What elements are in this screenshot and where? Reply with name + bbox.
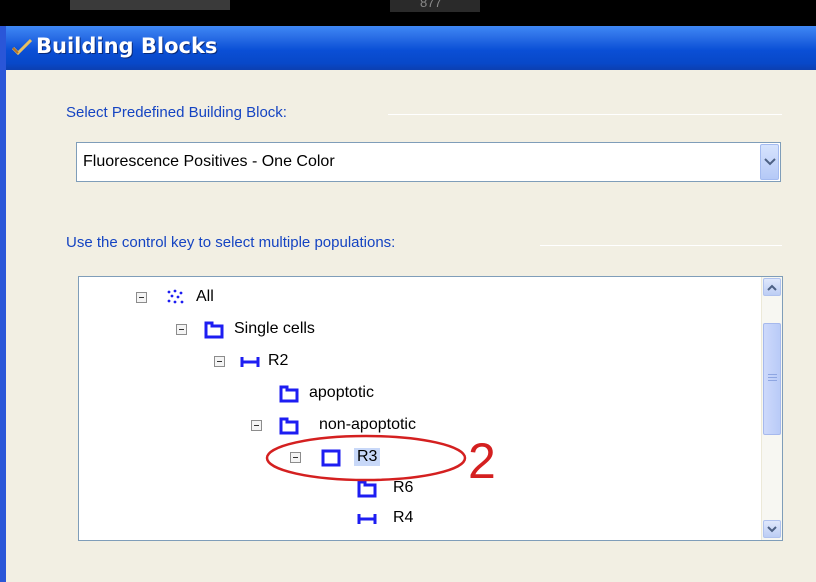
dropdown-button[interactable] — [760, 144, 779, 180]
annotation-step-number: 2 — [468, 433, 496, 489]
tree-node-label: R2 — [268, 352, 289, 369]
chevron-down-icon — [767, 526, 777, 533]
title-bar[interactable]: Building Blocks — [6, 26, 816, 70]
polygon-gate-icon — [279, 417, 299, 435]
chevron-down-icon — [764, 158, 776, 166]
polygon-gate-icon — [357, 480, 377, 498]
background-number: 877 — [420, 0, 442, 10]
tree-node-label: non-apoptotic — [319, 416, 416, 433]
collapse-toggle[interactable] — [290, 452, 301, 463]
group-divider — [540, 245, 782, 246]
background-strip: 877 — [0, 0, 816, 26]
range-gate-icon — [357, 514, 377, 524]
predefined-block-label: Select Predefined Building Block: — [66, 104, 293, 121]
collapse-toggle[interactable] — [176, 324, 187, 335]
tree-node-label: All — [196, 288, 214, 305]
checkmark-icon — [12, 38, 32, 56]
all-events-icon — [167, 289, 184, 304]
tree-node-label: Single cells — [234, 320, 315, 337]
range-gate-icon — [240, 357, 260, 367]
predefined-block-select[interactable]: Fluorescence Positives - One Color — [76, 142, 781, 182]
polygon-gate-icon — [279, 385, 299, 403]
collapse-toggle[interactable] — [136, 292, 147, 303]
background-block — [70, 0, 230, 10]
collapse-toggle[interactable] — [214, 356, 225, 367]
chevron-up-icon — [767, 284, 777, 291]
scroll-down-button[interactable] — [763, 520, 781, 538]
population-tree[interactable]: All Single cells R2 apoptotic non-apopto… — [78, 276, 783, 541]
populations-label: Use the control key to select multiple p… — [66, 234, 402, 251]
scroll-thumb[interactable] — [763, 323, 781, 435]
scroll-up-button[interactable] — [763, 278, 781, 296]
window-title: Building Blocks — [36, 34, 218, 58]
tree-node-label: R4 — [393, 509, 414, 526]
rectangle-gate-icon — [321, 449, 341, 467]
collapse-toggle[interactable] — [251, 420, 262, 431]
tree-node-label: apoptotic — [309, 384, 374, 401]
tree-scrollbar[interactable] — [761, 277, 782, 540]
tree-node-label: R6 — [393, 479, 414, 496]
predefined-block-value: Fluorescence Positives - One Color — [83, 153, 335, 170]
polygon-gate-icon — [204, 321, 224, 339]
tree-node-label: R3 — [354, 448, 381, 466]
group-divider — [388, 114, 782, 115]
